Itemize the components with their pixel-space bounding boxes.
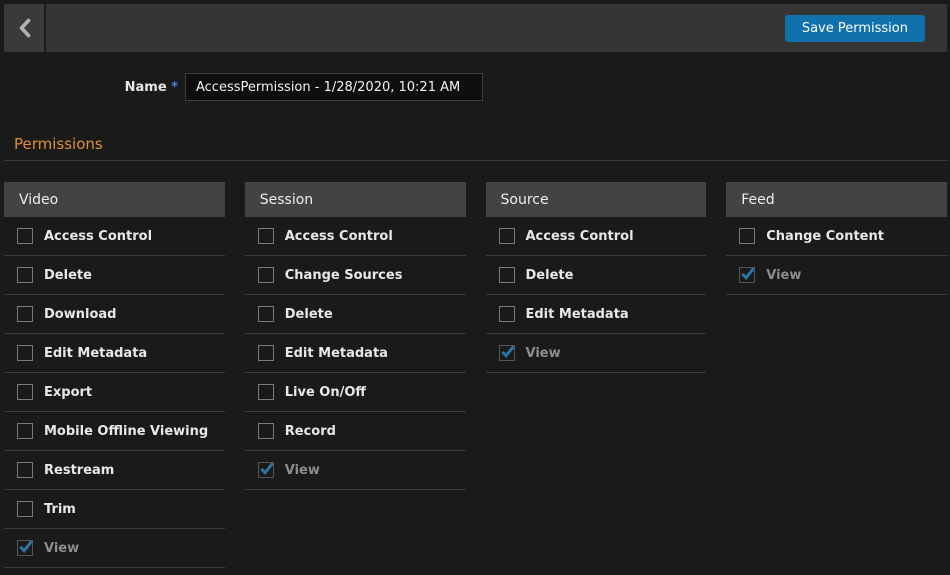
- checkbox-unchecked[interactable]: [258, 384, 274, 400]
- permission-row: Mobile Offline Viewing: [4, 412, 225, 451]
- permission-row: Access Control: [486, 217, 707, 256]
- permission-row: Delete: [245, 295, 466, 334]
- checkbox-unchecked[interactable]: [258, 345, 274, 361]
- section-divider: [4, 160, 947, 161]
- checkbox-unchecked[interactable]: [258, 423, 274, 439]
- checkbox-unchecked[interactable]: [17, 384, 33, 400]
- permission-row: Change Content: [726, 217, 947, 256]
- permission-row: Restream: [4, 451, 225, 490]
- permission-row: Download: [4, 295, 225, 334]
- permission-row: Edit Metadata: [4, 334, 225, 373]
- permission-label: Download: [44, 307, 116, 322]
- permission-row: View: [726, 256, 947, 295]
- permission-row: Change Sources: [245, 256, 466, 295]
- checkbox-unchecked[interactable]: [17, 462, 33, 478]
- checkbox-checked: [499, 345, 515, 361]
- permission-label: View: [44, 541, 79, 556]
- checkbox-unchecked[interactable]: [17, 423, 33, 439]
- permission-row: Access Control: [245, 217, 466, 256]
- permission-label: Change Sources: [285, 268, 403, 283]
- column-header-video: Video: [4, 182, 225, 217]
- checkbox-unchecked[interactable]: [17, 306, 33, 322]
- checkbox-unchecked[interactable]: [258, 228, 274, 244]
- column-header-session: Session: [245, 182, 466, 217]
- permission-label: Access Control: [285, 229, 393, 244]
- permission-label: Live On/Off: [285, 385, 366, 400]
- permission-label: Change Content: [766, 229, 884, 244]
- permission-column-source: Source Access Control Delete Edit Metadata V…: [486, 182, 707, 568]
- name-label: Name *: [0, 80, 178, 95]
- checkbox-unchecked[interactable]: [499, 306, 515, 322]
- permission-label: Access Control: [44, 229, 152, 244]
- checkbox-unchecked[interactable]: [258, 306, 274, 322]
- checkbox-unchecked[interactable]: [499, 267, 515, 283]
- permission-label: Access Control: [526, 229, 634, 244]
- checkbox-unchecked[interactable]: [17, 345, 33, 361]
- permission-row: Record: [245, 412, 466, 451]
- permission-label: View: [285, 463, 320, 478]
- checkbox-unchecked[interactable]: [499, 228, 515, 244]
- permission-label: Restream: [44, 463, 114, 478]
- permissions-grid: Video Access Control Delete Download Edit Me…: [4, 182, 947, 568]
- checkbox-checked: [258, 462, 274, 478]
- permission-row: View: [486, 334, 707, 373]
- save-permission-button[interactable]: Save Permission: [785, 15, 925, 42]
- checkbox-unchecked[interactable]: [258, 267, 274, 283]
- permission-label: Mobile Offline Viewing: [44, 424, 208, 439]
- permission-label: Delete: [44, 268, 92, 283]
- permission-label: Delete: [526, 268, 574, 283]
- permission-row: View: [4, 529, 225, 568]
- column-header-feed: Feed: [726, 182, 947, 217]
- permission-label: Edit Metadata: [44, 346, 147, 361]
- permission-column-session: Session Access Control Change Sources Delet…: [245, 182, 466, 568]
- permission-label: View: [526, 346, 561, 361]
- chevron-left-icon: [18, 18, 31, 38]
- checkbox-unchecked[interactable]: [17, 501, 33, 517]
- name-input[interactable]: [185, 73, 483, 101]
- checkbox-checked: [739, 267, 755, 283]
- permissions-section-title: Permissions: [14, 135, 103, 153]
- column-header-source: Source: [486, 182, 707, 217]
- name-label-text: Name: [125, 80, 167, 95]
- permission-label: Trim: [44, 502, 76, 517]
- checkbox-unchecked[interactable]: [17, 228, 33, 244]
- permission-column-feed: Feed Change Content View: [726, 182, 947, 568]
- permission-row: Edit Metadata: [486, 295, 707, 334]
- permission-label: Edit Metadata: [526, 307, 629, 322]
- top-bar: Save Permission: [4, 4, 947, 52]
- permission-label: View: [766, 268, 801, 283]
- required-marker: *: [171, 80, 178, 95]
- checkbox-unchecked[interactable]: [17, 267, 33, 283]
- permission-row: Live On/Off: [245, 373, 466, 412]
- permission-row: Delete: [486, 256, 707, 295]
- permission-label: Record: [285, 424, 336, 439]
- permission-row: Delete: [4, 256, 225, 295]
- checkbox-checked: [17, 540, 33, 556]
- permission-row: Access Control: [4, 217, 225, 256]
- back-button[interactable]: [4, 4, 46, 52]
- permission-row: Edit Metadata: [245, 334, 466, 373]
- name-field-row: Name *: [0, 73, 483, 101]
- permission-row: View: [245, 451, 466, 490]
- permission-column-video: Video Access Control Delete Download Edit Me…: [4, 182, 225, 568]
- permission-label: Delete: [285, 307, 333, 322]
- permission-row: Export: [4, 373, 225, 412]
- checkbox-unchecked[interactable]: [739, 228, 755, 244]
- permission-label: Edit Metadata: [285, 346, 388, 361]
- permission-label: Export: [44, 385, 92, 400]
- permission-row: Trim: [4, 490, 225, 529]
